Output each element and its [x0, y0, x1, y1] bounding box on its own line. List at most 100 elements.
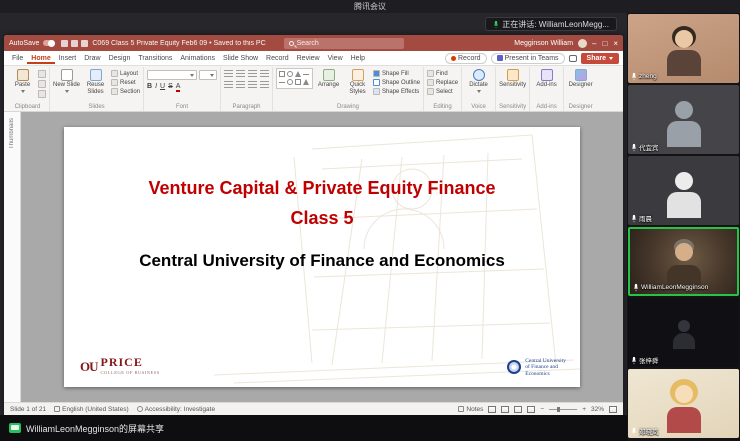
zoom-slider-thumb[interactable] — [557, 407, 560, 412]
zoom-in-button[interactable]: + — [582, 406, 586, 413]
mic-icon — [631, 356, 637, 365]
account-name[interactable]: Megginson William — [514, 40, 573, 47]
arrange-button[interactable]: Arrange — [315, 68, 342, 89]
autosave-toggle[interactable] — [43, 40, 55, 46]
record-button[interactable]: Record — [445, 53, 487, 64]
account-avatar[interactable] — [578, 39, 587, 48]
maximize-button[interactable]: □ — [602, 39, 607, 48]
align-left-icon[interactable] — [224, 81, 233, 89]
line-spacing-icon[interactable] — [260, 70, 269, 78]
ribbon-tab-review[interactable]: Review — [293, 53, 324, 64]
close-button[interactable]: × — [613, 39, 618, 48]
ribbon-group-designer: Designer Designer — [564, 67, 597, 111]
layout-button[interactable]: Layout — [111, 70, 140, 77]
group-label-slides: Slides — [53, 103, 140, 111]
ribbon-tab-home[interactable]: Home — [27, 53, 54, 64]
reset-button[interactable]: Reset — [111, 79, 140, 86]
shape-outline-button[interactable]: Shape Outline — [373, 79, 420, 86]
participant-tile-active-speaker[interactable]: WilliamLeonMegginson — [628, 227, 739, 296]
participant-tile[interactable]: 雨晨 — [628, 156, 739, 225]
bullets-icon[interactable] — [224, 70, 233, 78]
font-size-combo[interactable] — [199, 70, 217, 80]
zoom-out-button[interactable]: − — [540, 406, 544, 413]
undo-icon[interactable] — [71, 40, 78, 47]
align-center-icon[interactable] — [236, 81, 245, 89]
meeting-title: 腾讯会议 — [354, 1, 386, 12]
zoom-slider[interactable] — [549, 409, 577, 410]
ribbon-tab-file[interactable]: File — [8, 53, 27, 64]
ribbon-tab-record[interactable]: Record — [262, 53, 293, 64]
find-button[interactable]: Find — [427, 70, 458, 77]
align-right-icon[interactable] — [248, 81, 257, 89]
find-icon — [427, 70, 434, 77]
paste-button[interactable]: Paste — [9, 68, 36, 93]
ribbon-tab-draw[interactable]: Draw — [80, 53, 104, 64]
sensitivity-button[interactable]: Sensitivity — [499, 68, 526, 89]
shape-effects-button[interactable]: Shape Effects — [373, 88, 420, 95]
ribbon-tab-slideshow[interactable]: Slide Show — [219, 53, 262, 64]
ribbon-tab-insert[interactable]: Insert — [55, 53, 81, 64]
font-size-caret-icon — [210, 74, 214, 77]
bold-button[interactable]: B — [147, 83, 152, 90]
shape-effects-icon — [373, 88, 380, 95]
shape-fill-button[interactable]: Shape Fill — [373, 70, 420, 77]
comments-icon[interactable] — [569, 55, 577, 62]
dictate-button[interactable]: Dictate — [465, 68, 492, 93]
participant-tile[interactable]: zheng — [628, 14, 739, 83]
replace-button[interactable]: Replace — [427, 79, 458, 86]
numbering-icon[interactable] — [236, 70, 245, 78]
slide-subtitle: Central University of Finance and Econom… — [64, 251, 580, 271]
participant-tile[interactable]: 张梓舜 — [628, 298, 739, 367]
ribbon-tab-design[interactable]: Design — [105, 53, 135, 64]
redo-icon[interactable] — [81, 40, 88, 47]
rectangle-shape-icon — [279, 71, 285, 77]
columns-icon[interactable] — [260, 81, 269, 89]
participant-tile[interactable]: 代宜宾 — [628, 85, 739, 154]
format-painter-icon[interactable] — [38, 90, 46, 98]
slide-sorter-view-icon[interactable] — [501, 406, 509, 413]
strikethrough-button[interactable]: S — [168, 83, 173, 90]
reading-view-icon[interactable] — [514, 406, 522, 413]
accessibility-indicator[interactable]: Accessibility: Investigate — [137, 406, 215, 413]
select-button[interactable]: Select — [427, 88, 458, 95]
quick-styles-button[interactable]: Quick Styles — [344, 68, 371, 96]
sensitivity-icon — [507, 69, 519, 81]
normal-view-icon[interactable] — [488, 406, 496, 413]
ribbon-tab-animations[interactable]: Animations — [176, 53, 219, 64]
cut-icon[interactable] — [38, 70, 46, 78]
ribbon-group-paragraph: Paragraph — [221, 67, 273, 111]
slideshow-view-icon[interactable] — [527, 406, 535, 413]
designer-button[interactable]: Designer — [567, 68, 594, 89]
notes-button[interactable]: Notes — [458, 406, 483, 413]
mic-icon — [631, 72, 637, 81]
ribbon-tab-transitions[interactable]: Transitions — [134, 53, 176, 64]
thumbnail-panel[interactable]: Thumbnails — [4, 112, 21, 402]
minimize-button[interactable]: – — [592, 39, 596, 48]
search-input[interactable]: Search — [284, 38, 404, 49]
shapes-gallery[interactable] — [276, 68, 313, 89]
font-color-button[interactable]: A — [176, 83, 181, 92]
reuse-slides-button[interactable]: Reuse Slides — [82, 68, 109, 96]
section-button[interactable]: Section — [111, 88, 140, 95]
save-icon[interactable] — [61, 40, 68, 47]
language-indicator[interactable]: English (United States) — [54, 406, 128, 413]
italic-button[interactable]: I — [155, 83, 157, 90]
indent-icon[interactable] — [248, 70, 257, 78]
participant-tile[interactable]: 邓晓岚 — [628, 369, 739, 438]
ribbon-tab-view[interactable]: View — [324, 53, 347, 64]
zoom-level[interactable]: 32% — [591, 406, 604, 413]
slide-number-indicator[interactable]: Slide 1 of 21 — [10, 406, 46, 413]
share-button[interactable]: Share — [581, 53, 619, 64]
copy-icon[interactable] — [38, 80, 46, 88]
autosave-label: AutoSave — [9, 40, 39, 47]
present-in-teams-button[interactable]: Present in Teams — [491, 53, 565, 64]
fit-to-window-icon[interactable] — [609, 406, 617, 413]
new-slide-button[interactable]: New Slide — [53, 68, 80, 93]
group-label-editing: Editing — [427, 103, 458, 111]
mic-icon — [631, 427, 637, 436]
paste-caret-icon — [21, 90, 25, 93]
addins-button[interactable]: Add-ins — [533, 68, 560, 89]
underline-button[interactable]: U — [160, 83, 165, 90]
font-name-combo[interactable] — [147, 70, 197, 80]
ribbon-tab-help[interactable]: Help — [347, 53, 369, 64]
